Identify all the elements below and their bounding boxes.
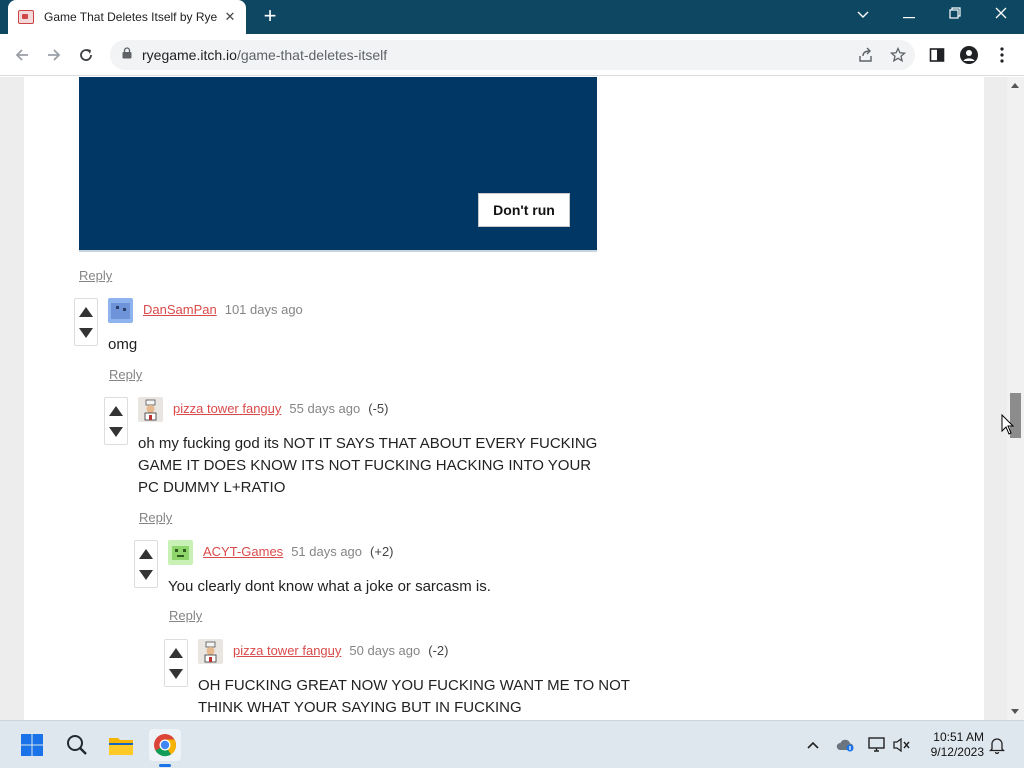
side-panel-icon[interactable] xyxy=(924,42,950,68)
vote-buttons xyxy=(74,298,98,346)
comment-body: You clearly dont know what a joke or sar… xyxy=(168,578,491,595)
notification-bell-icon[interactable] xyxy=(981,729,1013,761)
bookmark-star-icon[interactable] xyxy=(885,42,911,68)
reply-link[interactable]: Reply xyxy=(109,367,142,382)
system-clock[interactable]: 10:51 AM 9/12/2023 xyxy=(914,730,984,760)
browser-titlebar: Game That Deletes Itself by Rye ✕ + xyxy=(0,0,1024,34)
upvote-icon[interactable] xyxy=(169,648,183,658)
comment-body: oh my fucking god its NOT IT SAYS THAT A… xyxy=(138,435,598,496)
username-link[interactable]: pizza tower fanguy xyxy=(233,643,341,658)
downvote-icon[interactable] xyxy=(109,427,123,437)
avatar[interactable] xyxy=(168,540,193,565)
vote-buttons xyxy=(104,397,128,445)
page-viewport: Don't run Reply DanSamPan 101 days ago om… xyxy=(0,77,1024,720)
chrome-taskbar-icon[interactable] xyxy=(149,729,181,767)
avatar[interactable] xyxy=(198,639,223,664)
username-link[interactable]: pizza tower fanguy xyxy=(173,401,281,416)
avatar[interactable] xyxy=(108,298,133,323)
chevron-up-icon[interactable] xyxy=(797,729,829,761)
windows-taskbar: 10:51 AM 9/12/2023 xyxy=(0,720,1024,768)
share-icon[interactable] xyxy=(853,42,879,68)
vote-buttons xyxy=(134,540,158,588)
reply-link[interactable]: Reply xyxy=(139,510,172,525)
clock-time: 10:51 AM xyxy=(933,730,984,744)
windows-start-icon[interactable] xyxy=(16,729,48,761)
tab-close-icon[interactable]: ✕ xyxy=(222,9,238,25)
scroll-down-arrow-icon[interactable] xyxy=(1011,709,1019,714)
downvote-icon[interactable] xyxy=(169,669,183,679)
file-explorer-icon[interactable] xyxy=(105,729,137,761)
vote-buttons xyxy=(164,639,188,687)
comment-score: (-5) xyxy=(368,401,389,416)
downvote-icon[interactable] xyxy=(79,328,93,338)
comment-body: OH FUCKING GREAT NOW YOU FUCKING WANT ME… xyxy=(198,677,630,716)
clock-date: 9/12/2023 xyxy=(930,745,984,759)
upvote-icon[interactable] xyxy=(109,406,123,416)
close-window-button[interactable] xyxy=(978,0,1024,30)
tab-title: Game That Deletes Itself by Rye xyxy=(44,10,218,24)
tab-search-icon[interactable] xyxy=(840,0,886,30)
active-app-indicator xyxy=(159,764,171,767)
restore-button[interactable] xyxy=(932,0,978,30)
comment-time[interactable]: 101 days ago xyxy=(225,302,303,317)
comment-score: (+2) xyxy=(370,544,394,559)
url-path: /game-that-deletes-itself xyxy=(236,47,388,63)
itch-favicon-icon xyxy=(18,10,34,24)
new-tab-button[interactable]: + xyxy=(258,5,282,29)
onedrive-cloud-icon[interactable] xyxy=(829,729,861,761)
dont-run-button[interactable]: Don't run xyxy=(478,193,570,227)
scroll-up-arrow-icon[interactable] xyxy=(1011,83,1019,88)
comment-meta: pizza tower fanguy 55 days ago (-5) xyxy=(173,401,388,416)
browser-tab[interactable]: Game That Deletes Itself by Rye ✕ xyxy=(8,0,246,34)
upvote-icon[interactable] xyxy=(139,549,153,559)
comment-time[interactable]: 55 days ago xyxy=(289,401,360,416)
comment-body: omg xyxy=(108,336,138,353)
back-icon[interactable] xyxy=(9,42,35,68)
browser-toolbar: ryegame.itch.io/game-that-deletes-itself xyxy=(0,34,1024,76)
avatar[interactable] xyxy=(138,397,163,422)
game-embed-image: Don't run xyxy=(79,77,597,252)
username-link[interactable]: DanSamPan xyxy=(143,302,217,317)
comment-time[interactable]: 50 days ago xyxy=(349,643,420,658)
page-scrollbar[interactable] xyxy=(1007,77,1024,720)
comment-meta: ACYT-Games 51 days ago (+2) xyxy=(203,544,394,559)
comment-score: (-2) xyxy=(428,643,449,658)
comment-meta: DanSamPan 101 days ago xyxy=(143,302,303,317)
downvote-icon[interactable] xyxy=(139,570,153,580)
minimize-button[interactable] xyxy=(886,0,932,30)
menu-kebab-icon[interactable] xyxy=(989,42,1015,68)
reply-link[interactable]: Reply xyxy=(169,608,202,623)
profile-avatar-icon[interactable] xyxy=(956,42,982,68)
url-text: ryegame.itch.io/game-that-deletes-itself xyxy=(142,47,387,63)
comment-meta: pizza tower fanguy 50 days ago (-2) xyxy=(233,643,448,658)
upvote-icon[interactable] xyxy=(79,307,93,317)
reload-icon[interactable] xyxy=(73,42,99,68)
address-bar[interactable]: ryegame.itch.io/game-that-deletes-itself xyxy=(110,40,915,70)
url-host: ryegame.itch.io xyxy=(142,47,237,63)
comment-time[interactable]: 51 days ago xyxy=(291,544,362,559)
reply-link[interactable]: Reply xyxy=(79,268,112,283)
page-content: Don't run Reply DanSamPan 101 days ago om… xyxy=(24,77,984,720)
mouse-pointer-icon xyxy=(1001,414,1015,435)
search-icon[interactable] xyxy=(61,729,93,761)
username-link[interactable]: ACYT-Games xyxy=(203,544,283,559)
lock-icon[interactable] xyxy=(122,46,132,64)
forward-icon[interactable] xyxy=(41,42,67,68)
